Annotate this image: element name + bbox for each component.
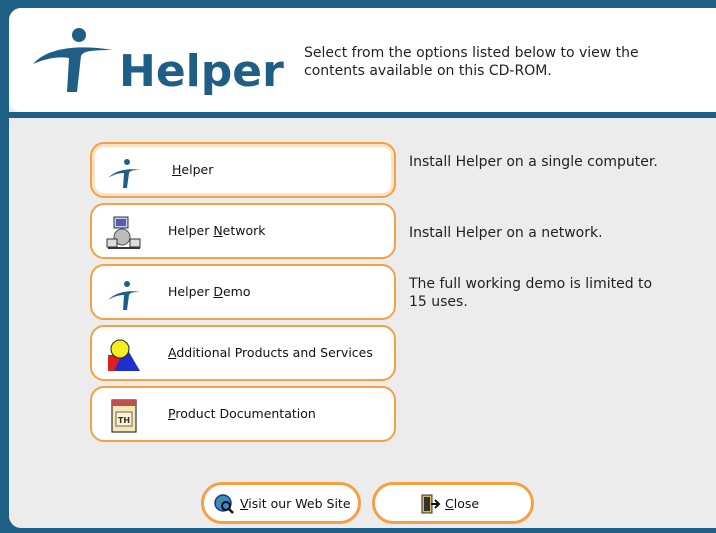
additional-products-button-label: Additional Products and Services [168, 345, 373, 360]
logo-text: Helper [119, 46, 284, 96]
visit-web-site-label: Visit our Web Site [240, 496, 351, 511]
product-documentation-button[interactable]: TH Product Documentation [90, 386, 396, 442]
helper-network-button[interactable]: Helper Network [90, 203, 396, 259]
document-icon: TH [111, 399, 137, 433]
helper-button-label: Helper [172, 162, 214, 177]
product-documentation-button-label: Product Documentation [168, 406, 316, 421]
close-label: Close [445, 496, 480, 511]
helper-demo-description: The full working demo is limited to 15 u… [409, 276, 653, 310]
close-button[interactable]: Close [372, 482, 534, 524]
svg-text:TH: TH [118, 416, 130, 425]
helper-logo: Helper [33, 28, 284, 96]
helper-description: Install Helper on a single computer. [409, 154, 658, 170]
helper-button[interactable]: Helper [90, 142, 396, 198]
header: Helper Select from the options listed be… [9, 8, 716, 112]
helper-logo-icon [108, 281, 140, 310]
main-panel: Helper Select from the options listed be… [9, 8, 716, 528]
window-frame: Helper Select from the options listed be… [0, 0, 716, 533]
helper-demo-button-label: Helper Demo [168, 284, 251, 299]
helper-logo-icon [108, 159, 140, 188]
helper-network-button-label: Helper Network [168, 223, 266, 238]
helper-network-description: Install Helper on a network. [409, 225, 603, 241]
shapes-icon [108, 339, 140, 371]
network-computers-icon [106, 216, 141, 249]
header-description: Select from the options listed below to … [304, 45, 639, 79]
header-band [9, 112, 716, 118]
visit-web-site-button[interactable]: Visit our Web Site [201, 482, 361, 524]
globe-search-icon [214, 494, 234, 514]
additional-products-button[interactable]: Additional Products and Services [90, 325, 396, 381]
helper-demo-button[interactable]: Helper Demo [90, 264, 396, 320]
exit-door-icon [421, 494, 441, 514]
